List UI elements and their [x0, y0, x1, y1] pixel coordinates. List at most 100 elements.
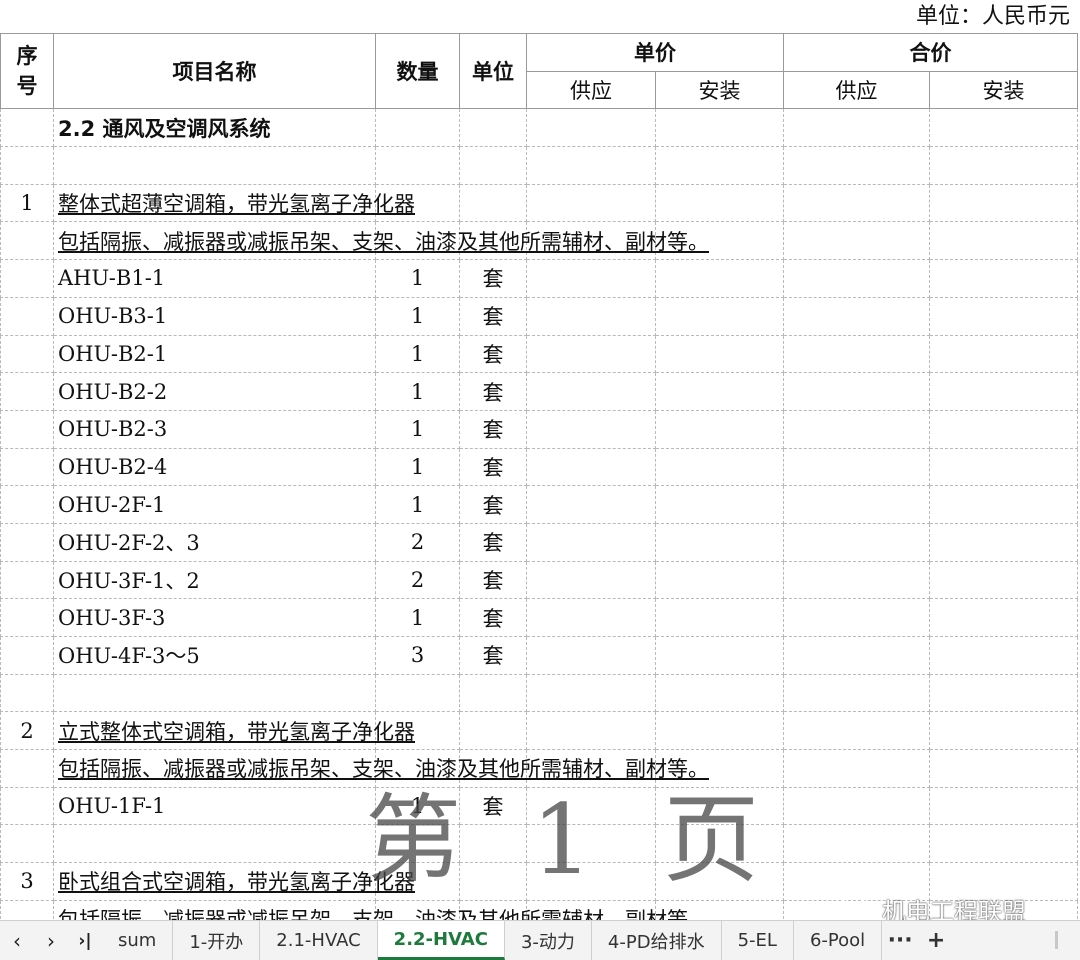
header-unit[interactable]: 单位: [459, 32, 527, 110]
seq-cell[interactable]: 2: [0, 711, 54, 751]
item-name-cell[interactable]: OHU-B2-3: [53, 409, 376, 449]
seq-cell[interactable]: 1: [0, 183, 54, 223]
total-price-install-cell[interactable]: [929, 711, 1078, 751]
unit-price-supply-cell[interactable]: [526, 711, 656, 751]
unit-price-install-cell[interactable]: [655, 146, 784, 185]
total-price-supply-cell[interactable]: [783, 786, 930, 826]
unit-price-install-cell[interactable]: [655, 711, 784, 751]
unit-price-install-cell[interactable]: [655, 598, 784, 637]
total-price-install-cell[interactable]: [929, 372, 1078, 411]
item-name-cell[interactable]: OHU-B2-1: [53, 334, 376, 374]
total-price-supply-cell[interactable]: [783, 636, 930, 675]
quantity-cell[interactable]: 1: [375, 296, 460, 336]
seq-cell[interactable]: [0, 409, 54, 449]
seq-cell[interactable]: [0, 673, 54, 713]
unit-price-supply-cell[interactable]: [526, 409, 656, 449]
unit-price-supply-cell[interactable]: [526, 259, 656, 298]
unit-cell[interactable]: 套: [459, 485, 527, 524]
unit-cell[interactable]: [459, 862, 527, 901]
seq-cell[interactable]: [0, 824, 54, 864]
total-price-install-cell[interactable]: [929, 108, 1078, 148]
unit-cell[interactable]: 套: [459, 447, 527, 487]
seq-cell[interactable]: [0, 485, 54, 524]
quantity-cell[interactable]: 1: [375, 409, 460, 449]
seq-cell[interactable]: [0, 221, 54, 261]
total-price-supply-cell[interactable]: [783, 221, 930, 261]
item-name-cell[interactable]: OHU-3F-1、2: [53, 560, 376, 600]
unit-cell[interactable]: 套: [459, 409, 527, 449]
sheet-tab-1[interactable]: 1-开办: [173, 921, 261, 960]
total-price-install-cell[interactable]: [929, 560, 1078, 600]
horizontal-scrollbar-handle[interactable]: [1055, 931, 1058, 949]
header-total-price[interactable]: 合价: [783, 33, 1078, 72]
seq-cell[interactable]: [0, 146, 54, 185]
unit-cell[interactable]: [459, 824, 527, 864]
quantity-cell[interactable]: 1: [375, 447, 460, 487]
seq-cell[interactable]: [0, 560, 54, 600]
total-price-supply-cell[interactable]: [783, 522, 930, 562]
unit-cell[interactable]: 套: [459, 560, 527, 600]
sheet-tab-sum[interactable]: sum: [102, 921, 174, 960]
unit-price-install-cell[interactable]: [655, 824, 784, 864]
header-unit-price-install[interactable]: 安装: [655, 70, 784, 110]
prev-sheet-button[interactable]: ‹: [0, 921, 34, 960]
seq-cell[interactable]: [0, 786, 54, 826]
total-price-install-cell[interactable]: [929, 409, 1078, 449]
seq-cell[interactable]: [0, 334, 54, 374]
unit-cell[interactable]: 套: [459, 334, 527, 374]
total-price-install-cell[interactable]: [929, 334, 1078, 374]
total-price-supply-cell[interactable]: [783, 485, 930, 524]
quantity-cell[interactable]: 2: [375, 560, 460, 600]
spreadsheet-area[interactable]: 单位：人民币元 序号 项目名称 数量 单位 单价 合价 供应 安装 供应 安装: [0, 0, 1080, 920]
unit-price-supply-cell[interactable]: [526, 146, 656, 185]
unit-cell[interactable]: 套: [459, 296, 527, 336]
quantity-cell[interactable]: 1: [375, 334, 460, 374]
more-sheets-icon[interactable]: ···: [882, 921, 918, 960]
total-price-supply-cell[interactable]: [783, 447, 930, 487]
sheet-tab-6[interactable]: 6-Pool: [794, 921, 883, 960]
header-total-price-supply[interactable]: 供应: [783, 70, 930, 110]
total-price-supply-cell[interactable]: [783, 183, 930, 223]
unit-cell[interactable]: 套: [459, 259, 527, 298]
item-name-cell[interactable]: OHU-1F-1: [53, 786, 376, 826]
seq-cell[interactable]: [0, 108, 54, 148]
seq-cell[interactable]: [0, 749, 54, 788]
seq-cell[interactable]: [0, 899, 54, 920]
item-name-cell[interactable]: 包括隔振、减振器或减振吊架、支架、油漆及其他所需辅材、副材等。: [53, 749, 709, 788]
quantity-cell[interactable]: 1: [375, 372, 460, 411]
header-unit-price-supply[interactable]: 供应: [526, 70, 656, 110]
quantity-cell[interactable]: [375, 824, 460, 864]
unit-price-install-cell[interactable]: [655, 786, 784, 826]
sheet-tab-5[interactable]: 5-EL: [722, 921, 794, 960]
unit-price-install-cell[interactable]: [655, 862, 784, 901]
quantity-cell[interactable]: [375, 146, 460, 185]
item-name-cell[interactable]: OHU-B3-1: [53, 296, 376, 336]
unit-price-supply-cell[interactable]: [526, 334, 656, 374]
item-name-cell[interactable]: 2.2 通风及空调风系统: [53, 108, 376, 148]
unit-price-supply-cell[interactable]: [526, 108, 656, 148]
total-price-supply-cell[interactable]: [783, 334, 930, 374]
unit-cell[interactable]: 套: [459, 522, 527, 562]
unit-cell[interactable]: [459, 673, 527, 713]
item-name-cell[interactable]: OHU-3F-3: [53, 598, 376, 637]
sheet-tab-2-1[interactable]: 2.1-HVAC: [260, 921, 378, 960]
item-name-cell[interactable]: OHU-2F-2、3: [53, 522, 376, 562]
total-price-install-cell[interactable]: [929, 183, 1078, 223]
seq-cell[interactable]: [0, 636, 54, 675]
total-price-install-cell[interactable]: [929, 786, 1078, 826]
total-price-install-cell[interactable]: [929, 673, 1078, 713]
total-price-install-cell[interactable]: [929, 749, 1078, 788]
total-price-supply-cell[interactable]: [783, 259, 930, 298]
item-name-cell[interactable]: AHU-B1-1: [53, 259, 376, 298]
item-name-cell[interactable]: OHU-2F-1: [53, 485, 376, 524]
total-price-supply-cell[interactable]: [783, 711, 930, 751]
total-price-install-cell[interactable]: [929, 221, 1078, 261]
total-price-install-cell[interactable]: [929, 824, 1078, 864]
item-name-cell[interactable]: OHU-B2-4: [53, 447, 376, 487]
unit-price-install-cell[interactable]: [655, 259, 784, 298]
header-unit-price[interactable]: 单价: [526, 33, 784, 72]
unit-price-supply-cell[interactable]: [526, 296, 656, 336]
sheet-tab-3[interactable]: 3-动力: [505, 921, 592, 960]
total-price-supply-cell[interactable]: [783, 673, 930, 713]
item-name-cell[interactable]: 立式整体式空调箱，带光氢离子净化器: [53, 711, 415, 751]
